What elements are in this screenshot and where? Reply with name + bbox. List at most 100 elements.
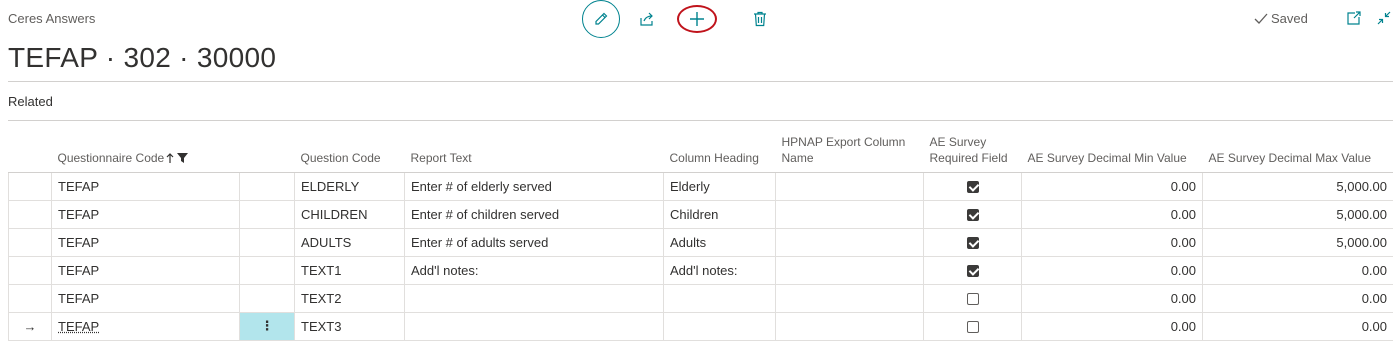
open-new-window-button[interactable] <box>1346 10 1362 31</box>
table-row[interactable]: → TEFAP ⋮ TEXT3 0.00 0.00 <box>8 311 1393 341</box>
table-row[interactable]: TEFAP TEXT1 Add'l notes: Add'l notes: 0.00 0.… <box>8 255 1393 285</box>
required-checkbox[interactable] <box>966 181 979 194</box>
divider <box>8 120 1393 121</box>
row-indicator <box>8 283 52 313</box>
delete-button[interactable] <box>749 8 771 30</box>
cell-questionnaire-code[interactable]: TEFAP <box>51 255 240 285</box>
cell-column-heading[interactable] <box>663 311 776 341</box>
menu-header <box>239 132 295 173</box>
row-menu-cell <box>239 227 295 257</box>
divider <box>8 81 1393 82</box>
cell-ae-max[interactable]: 0.00 <box>1202 311 1393 341</box>
cell-column-heading[interactable]: Elderly <box>663 171 776 201</box>
required-checkbox[interactable] <box>966 293 979 306</box>
row-menu-cell <box>239 283 295 313</box>
column-header-ae-min[interactable]: AE Survey Decimal Min Value <box>1021 132 1203 173</box>
cell-hpnap-export[interactable] <box>775 283 924 313</box>
collapse-button[interactable] <box>1377 11 1391 30</box>
cell-column-heading[interactable]: Adults <box>663 227 776 257</box>
cell-ae-required <box>923 255 1022 285</box>
row-menu-cell <box>239 199 295 229</box>
checkmark-icon <box>1254 13 1268 24</box>
cell-ae-min[interactable]: 0.00 <box>1021 199 1203 229</box>
cell-ae-min[interactable]: 0.00 <box>1021 311 1203 341</box>
cell-ae-required <box>923 283 1022 313</box>
required-checkbox[interactable] <box>966 209 979 222</box>
page-title: TEFAP · 302 · 30000 <box>8 42 277 73</box>
column-header-report-text[interactable]: Report Text <box>404 132 664 173</box>
cell-question-code[interactable]: ELDERLY <box>294 171 405 201</box>
cell-report-text[interactable]: Enter # of adults served <box>404 227 664 257</box>
edit-button[interactable] <box>582 0 620 38</box>
row-indicator <box>8 227 52 257</box>
cell-questionnaire-code[interactable]: TEFAP <box>51 311 240 341</box>
row-indicator <box>8 171 52 201</box>
app-name: Ceres Answers <box>8 11 96 26</box>
column-header-hpnap-export[interactable]: HPNAP Export Column Name <box>775 132 924 173</box>
cell-ae-required <box>923 199 1022 229</box>
column-header-column-heading[interactable]: Column Heading <box>663 132 776 173</box>
sort-ascending-icon <box>166 152 174 163</box>
row-menu-button[interactable]: ⋮ <box>239 311 295 341</box>
cell-question-code[interactable]: TEXT3 <box>294 311 405 341</box>
cell-ae-min[interactable]: 0.00 <box>1021 227 1203 257</box>
new-button[interactable] <box>677 5 717 33</box>
required-checkbox[interactable] <box>966 321 979 334</box>
collapse-icon <box>1377 11 1391 25</box>
row-indicator <box>8 199 52 229</box>
table-header-row: Questionnaire Code Question Code Report … <box>8 132 1393 173</box>
cell-hpnap-export[interactable] <box>775 227 924 257</box>
cell-column-heading[interactable]: Children <box>663 199 776 229</box>
row-indicator: → <box>8 311 52 341</box>
cell-column-heading[interactable]: Add'l notes: <box>663 255 776 285</box>
cell-hpnap-export[interactable] <box>775 199 924 229</box>
cell-report-text[interactable]: Add'l notes: <box>404 255 664 285</box>
cell-hpnap-export[interactable] <box>775 255 924 285</box>
share-icon <box>640 12 653 26</box>
table-row[interactable]: TEFAP CHILDREN Enter # of children served C… <box>8 199 1393 229</box>
cell-question-code[interactable]: CHILDREN <box>294 199 405 229</box>
saved-label: Saved <box>1271 11 1308 26</box>
cell-ae-max[interactable]: 0.00 <box>1202 283 1393 313</box>
cell-question-code[interactable]: TEXT2 <box>294 283 405 313</box>
cell-report-text[interactable]: Enter # of elderly served <box>404 171 664 201</box>
share-button[interactable] <box>636 8 658 30</box>
column-header-question-code[interactable]: Question Code <box>294 132 405 173</box>
cell-question-code[interactable]: TEXT1 <box>294 255 405 285</box>
required-checkbox[interactable] <box>966 265 979 278</box>
cell-report-text[interactable] <box>404 311 664 341</box>
column-header-ae-required[interactable]: AE Survey Required Field <box>923 132 1022 173</box>
cell-column-heading[interactable] <box>663 283 776 313</box>
cell-questionnaire-code[interactable]: TEFAP <box>51 199 240 229</box>
trash-icon <box>754 11 766 27</box>
column-header-ae-max[interactable]: AE Survey Decimal Max Value <box>1202 132 1393 173</box>
cell-hpnap-export[interactable] <box>775 311 924 341</box>
plus-icon <box>690 12 704 26</box>
cell-ae-min[interactable]: 0.00 <box>1021 255 1203 285</box>
cell-ae-required <box>923 171 1022 201</box>
indicator-header <box>8 132 52 173</box>
required-checkbox[interactable] <box>966 237 979 250</box>
table-row[interactable]: TEFAP ELDERLY Enter # of elderly served Eld… <box>8 171 1393 201</box>
cell-ae-required <box>923 311 1022 341</box>
cell-questionnaire-code[interactable]: TEFAP <box>51 171 240 201</box>
cell-question-code[interactable]: ADULTS <box>294 227 405 257</box>
cell-ae-max[interactable]: 5,000.00 <box>1202 227 1393 257</box>
action-toolbar <box>582 0 771 38</box>
cell-ae-min[interactable]: 0.00 <box>1021 171 1203 201</box>
cell-ae-required <box>923 227 1022 257</box>
cell-questionnaire-code[interactable]: TEFAP <box>51 227 240 257</box>
cell-ae-max[interactable]: 5,000.00 <box>1202 171 1393 201</box>
cell-hpnap-export[interactable] <box>775 171 924 201</box>
cell-ae-min[interactable]: 0.00 <box>1021 283 1203 313</box>
cell-report-text[interactable] <box>404 283 664 313</box>
cell-ae-max[interactable]: 5,000.00 <box>1202 199 1393 229</box>
table-row[interactable]: TEFAP ADULTS Enter # of adults served Adult… <box>8 227 1393 257</box>
pencil-icon <box>595 12 608 25</box>
related-menu[interactable]: Related <box>8 94 53 109</box>
table-row[interactable]: TEFAP TEXT2 0.00 0.00 <box>8 283 1393 313</box>
cell-report-text[interactable]: Enter # of children served <box>404 199 664 229</box>
cell-questionnaire-code[interactable]: TEFAP <box>51 283 240 313</box>
column-header-questionnaire-code[interactable]: Questionnaire Code <box>51 132 240 173</box>
cell-ae-max[interactable]: 0.00 <box>1202 255 1393 285</box>
